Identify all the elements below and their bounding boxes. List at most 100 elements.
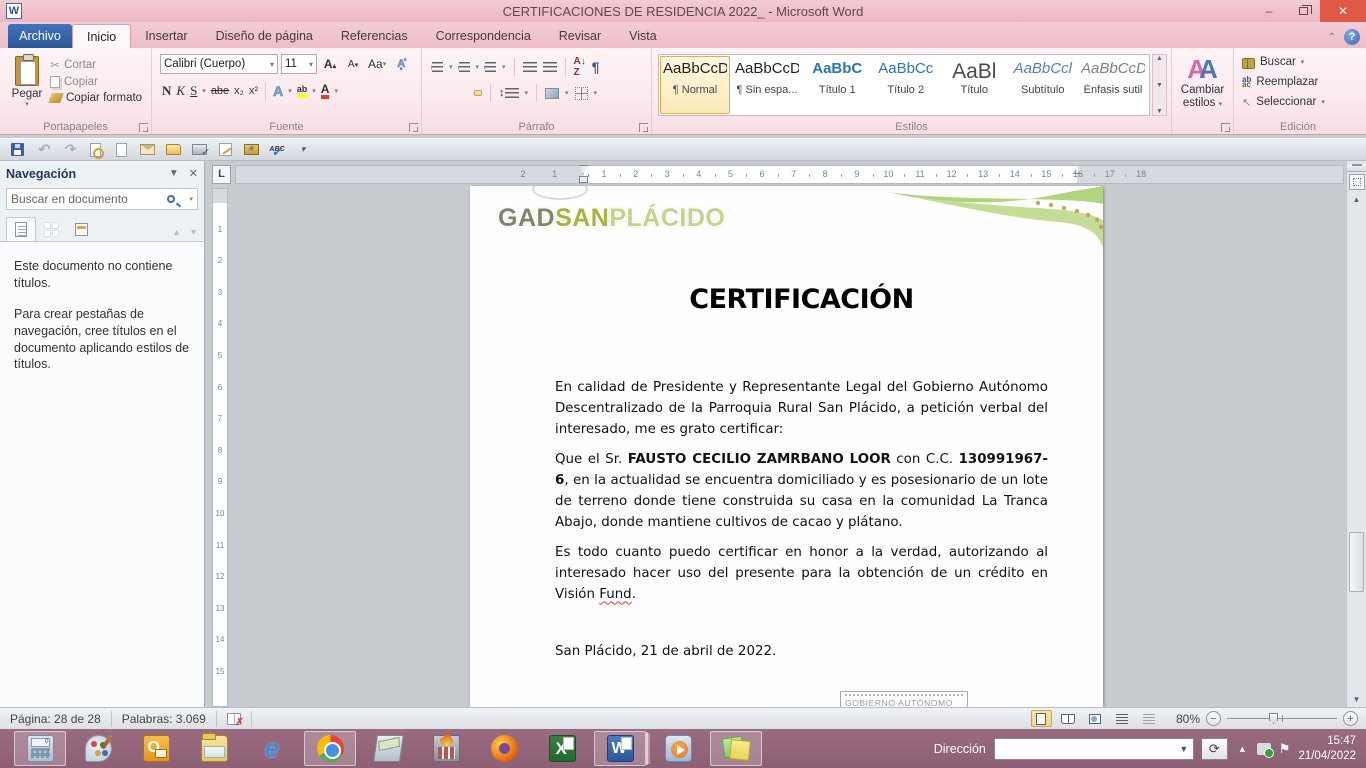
shading-button[interactable] (545, 88, 559, 99)
qat-undo-button[interactable]: ↶ (32, 140, 54, 159)
style-item--sin-espa-[interactable]: AaBbCcDc¶ Sin espa... (732, 56, 802, 114)
subscript-button[interactable]: x₂ (234, 85, 244, 97)
next-heading-icon[interactable]: ▼ (189, 227, 198, 237)
find-button[interactable]: Buscar▾ (1242, 52, 1358, 72)
qat-email-button[interactable] (136, 140, 158, 159)
document-page[interactable]: GADSANPLÁCIDO CERTIFICACIÓN En calidad d… (470, 186, 1103, 707)
grow-font-button[interactable]: A▴ (320, 54, 340, 74)
taskbar-item-excel[interactable] (536, 731, 588, 766)
scroll-up-icon[interactable]: ▲ (1347, 192, 1366, 207)
sort-button[interactable]: A↓Z (574, 56, 586, 78)
italic-button[interactable]: K (176, 83, 185, 99)
usb-safely-remove-icon[interactable] (1257, 743, 1271, 755)
style-item--nfasis-sutil[interactable]: AaBbCcDcÉnfasis sutil (1078, 56, 1148, 114)
vertical-scrollbar[interactable]: ▲ ▼ (1346, 161, 1366, 707)
zoom-in-button[interactable]: + (1343, 711, 1358, 726)
styles-gallery-scrollbar[interactable]: ▲ ▼ ▼ (1152, 54, 1167, 116)
tab-inicio[interactable]: Inicio (72, 24, 131, 48)
document-paragraph-3[interactable]: Es todo cuanto puedo certificar en honor… (555, 542, 1048, 605)
tab-revisar[interactable]: Revisar (545, 24, 615, 48)
numbering-button[interactable] (459, 62, 470, 73)
font-color-button[interactable]: A (321, 83, 330, 99)
split-handle[interactable] (1347, 164, 1366, 172)
highlight-color-button[interactable]: ab (297, 84, 308, 98)
font-family-combo[interactable]: Calibri (Cuerpo)▾ (160, 54, 278, 74)
style-item-t-tulo[interactable]: AaBlTítulo (941, 56, 1008, 114)
tab-vista[interactable]: Vista (615, 24, 671, 48)
qat-spelling-grammar-button[interactable]: ABC (266, 140, 288, 159)
increase-indent-button[interactable] (543, 62, 557, 73)
address-dropdown-icon[interactable]: ▼ (1175, 744, 1193, 754)
left-indent-marker[interactable] (579, 176, 588, 183)
action-center-flag-icon[interactable]: ⚑ (1279, 741, 1291, 757)
tab-insertar[interactable]: Insertar (131, 24, 201, 48)
web-layout-view-button[interactable] (1085, 710, 1106, 727)
qat-folder-special-button[interactable] (240, 140, 262, 159)
word-count[interactable]: Palabras: 3.069 (112, 708, 216, 729)
qat-edit-table-button[interactable] (214, 140, 236, 159)
taskbar-item-paint[interactable] (72, 731, 124, 766)
restore-button[interactable] (1286, 0, 1320, 22)
underline-button[interactable]: S (190, 83, 197, 99)
navigation-options-icon[interactable]: ▼ (169, 168, 179, 179)
line-spacing-button[interactable]: ↕ (499, 87, 519, 99)
zoom-out-button[interactable]: − (1206, 711, 1221, 726)
cut-button[interactable]: ✂Cortar (50, 58, 142, 72)
address-refresh-button[interactable]: ⟳ (1202, 738, 1228, 760)
decrease-indent-button[interactable] (523, 62, 537, 73)
tab-diseno[interactable]: Diseño de página (202, 24, 327, 48)
address-input-field[interactable] (995, 739, 1175, 759)
underline-dropdown-icon[interactable]: ▾ (202, 87, 206, 95)
bullets-button[interactable] (432, 62, 443, 73)
previous-heading-icon[interactable]: ▲ (172, 227, 181, 237)
style-item--normal[interactable]: AaBbCcDc¶ Normal (660, 56, 730, 114)
paste-dropdown-icon[interactable]: ▾ (25, 100, 29, 108)
text-effects-button[interactable]: A (273, 83, 283, 99)
gallery-more-icon[interactable]: ▼ (1153, 108, 1166, 115)
format-painter-button[interactable]: Copiar formato (50, 92, 142, 104)
zoom-slider-thumb[interactable] (1269, 713, 1278, 724)
superscript-button[interactable]: x² (249, 85, 258, 97)
qat-new-document-button[interactable] (110, 140, 132, 159)
tab-correspondencia[interactable]: Correspondencia (422, 24, 545, 48)
qat-redo-button[interactable]: ↷ (58, 140, 80, 159)
taskbar-item-word[interactable] (594, 731, 646, 766)
shrink-font-button[interactable]: A▾ (343, 54, 363, 74)
strikethrough-button[interactable]: abe (211, 85, 229, 97)
style-item-subt-tulo[interactable]: AaBbCclSubtítulo (1010, 56, 1077, 114)
draft-view-button[interactable] (1139, 710, 1160, 727)
horizontal-ruler[interactable]: 21123456789101112131415161718 (235, 165, 1344, 184)
taskbar-item-internet-explorer[interactable]: e (246, 731, 298, 766)
page-indicator[interactable]: Página: 28 de 28 (0, 708, 111, 729)
search-icon[interactable] (167, 195, 175, 203)
tab-selector-button[interactable]: L (212, 165, 231, 184)
style-item-t-tulo-2[interactable]: AaBbCcTítulo 2 (873, 56, 940, 114)
document-paragraph-4[interactable]: San Plácido, 21 de abril de 2022. (555, 641, 1048, 662)
navigation-close-icon[interactable]: ✕ (189, 167, 198, 180)
print-layout-view-button[interactable] (1031, 710, 1052, 727)
zoom-slider[interactable] (1227, 718, 1337, 719)
qat-more-button[interactable]: ▾ (292, 140, 314, 159)
clock[interactable]: 15:47 21/04/2022 (1298, 734, 1356, 764)
parrafo-dialog-launcher-icon[interactable] (639, 123, 648, 132)
borders-button[interactable] (575, 87, 588, 100)
search-dropdown-icon[interactable]: ▾ (189, 195, 193, 203)
taskbar-item-outlook[interactable] (130, 731, 182, 766)
close-button[interactable]: ✕ (1320, 0, 1366, 22)
document-search-input[interactable]: Buscar en documento ▾ (6, 188, 198, 210)
zoom-level[interactable]: 80% (1176, 712, 1200, 726)
minimize-button[interactable]: – (1252, 0, 1286, 22)
qat-open-button[interactable] (162, 140, 184, 159)
paste-button[interactable]: Pegar ▾ (4, 52, 50, 118)
address-input[interactable]: ▼ (994, 738, 1194, 760)
taskbar-item-firefox[interactable] (478, 731, 530, 766)
ruler-toggle-button[interactable] (1349, 174, 1365, 190)
change-styles-button[interactable]: AA Cambiar estilos ▾ (1172, 48, 1234, 134)
gallery-down-icon[interactable]: ▼ (1153, 82, 1166, 89)
multilevel-list-button[interactable] (485, 62, 496, 73)
fuente-dialog-launcher-icon[interactable] (409, 123, 418, 132)
change-case-button[interactable]: Aa▾ (366, 54, 388, 74)
align-left-button[interactable] (432, 90, 440, 96)
scroll-down-icon[interactable]: ▼ (1347, 692, 1366, 707)
nav-tab-results[interactable] (66, 217, 96, 241)
